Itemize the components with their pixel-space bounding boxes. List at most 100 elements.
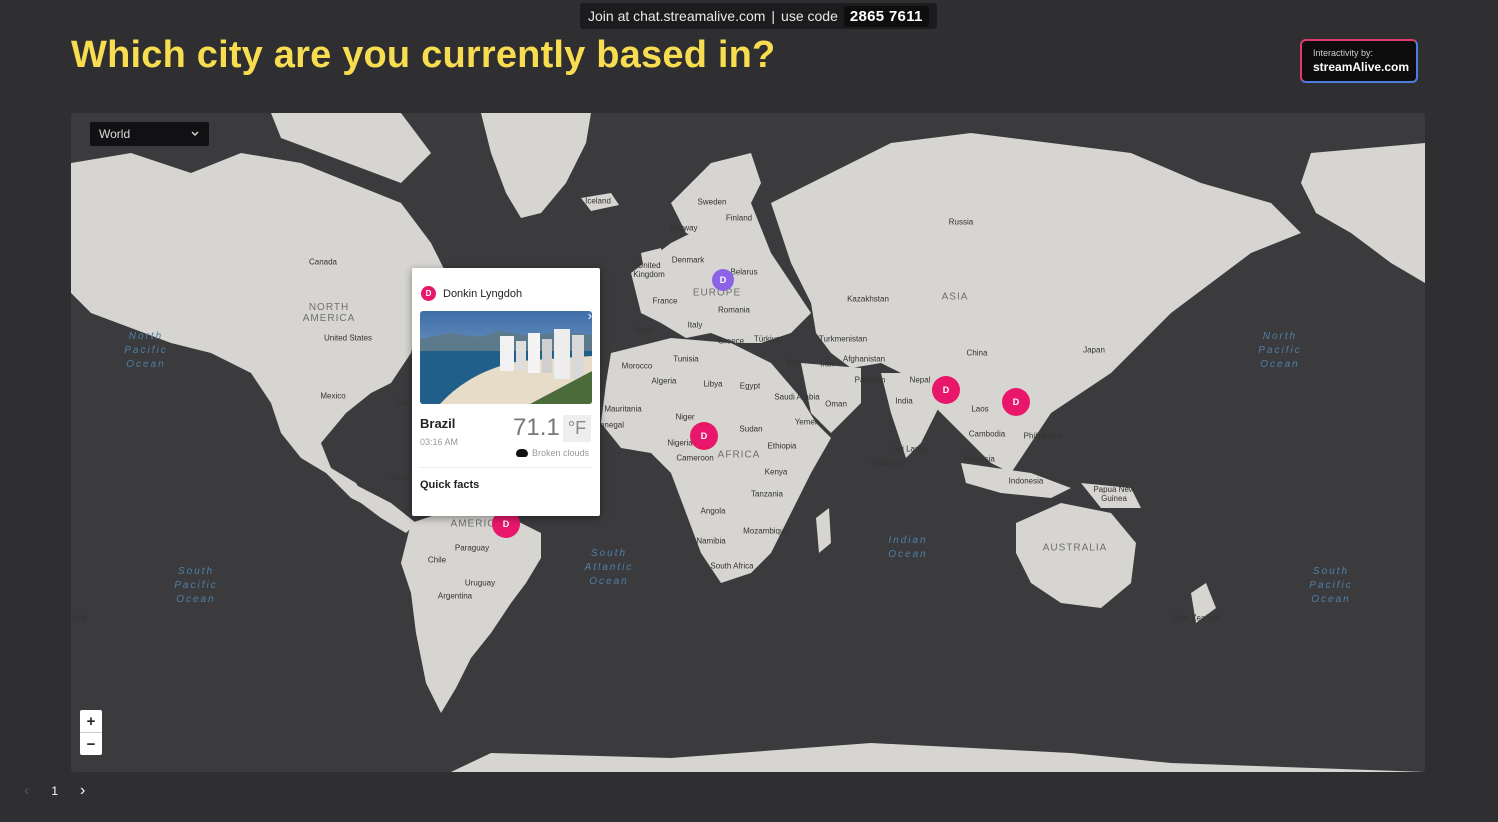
map-pin-europe[interactable]: D [712,269,734,291]
brand-name: streamAlive.com [1313,60,1410,74]
map-label-oman: Oman [825,399,847,409]
map-land [71,113,1425,772]
ocean-label-indian: Indian Ocean [888,535,928,560]
map-label-united-kingdom: United Kingdom [633,261,665,279]
map-label-japan: Japan [1083,345,1105,355]
map-pin-china[interactable]: D [1002,388,1030,416]
map-label-land: land [71,613,87,623]
map-label-iran: Iran [820,359,834,369]
brand-badge[interactable]: Interactivity by: streamAlive.com [1300,39,1418,83]
map-label-australia: AUSTRALIA [1042,542,1108,554]
map-label-france: France [652,296,678,306]
ocean-label-south-pacific-east: South Pacific Ocean [1309,566,1353,605]
map-label-argentina: Argentina [437,591,473,601]
join-code-label: use code [781,8,838,24]
chevron-down-icon [191,131,199,136]
map-label-sri-lanka: Sri Lanka [894,444,928,454]
current-page: 1 [51,784,59,798]
map-label-china: China [966,348,988,358]
zoom-in-button[interactable]: + [80,710,102,732]
map-label-pakistan: Pakistan [854,375,886,385]
map-label-tunisia: Tunisia [673,354,699,364]
map-label-italy: Italy [687,320,703,330]
popup-divider [420,467,592,468]
map-label-tanzania: Tanzania [750,489,784,499]
ocean-label-south-pacific-west: South Pacific Ocean [174,566,218,605]
map-label-libya: Libya [703,379,723,389]
map-label-malaysia: Malaysia [963,454,995,464]
map-label-iceland: Iceland [585,196,611,206]
user-avatar: D [421,286,436,301]
map-label-canada: Canada [308,257,338,267]
photo-next-icon[interactable]: › [588,308,592,323]
previous-page-button[interactable]: ‹ [24,782,29,800]
map-label-laos: Laos [971,404,989,414]
map-label-north-america: NORTH AMERICA [302,302,356,324]
map-label-paraguay: Paraguay [454,543,490,553]
location-popup: D Donkin Lyngdoh › Brazil 03:16 AM 71.1 … [412,268,600,516]
map-label-cambodia: Cambodia [968,429,1006,439]
map-label-algeria: Algeria [651,376,677,386]
popup-header: D Donkin Lyngdoh [421,286,522,301]
map-pin-nigeria[interactable]: D [690,422,718,450]
map-label-mozambique: Mozambique [743,526,789,536]
map-label-nigeria: Nigeria [667,438,693,448]
map-label-uruguay: Uruguay [464,578,496,588]
join-code: 2865 7611 [843,5,929,27]
map-label-maldives: Maldives [871,458,903,468]
map-label-africa: AFRICA [717,449,761,461]
map-label-mauritania: Mauritania [604,404,642,414]
map-label-chile: Chile [427,555,447,565]
map-label-new-zealand: New Zealand [1173,613,1221,623]
pagination: ‹ 1 › [24,782,85,800]
city-photo [420,311,592,404]
popup-country: Brazil [420,416,456,431]
map-label-russia: Russia [948,217,974,227]
weather-description: Broken clouds [532,448,590,458]
map-label-norway: Norway [670,223,698,233]
map-label-turkiye: Türkiye [753,334,781,344]
map-label-south-africa: South Africa [710,561,754,571]
map-label-niger: Niger [675,412,695,422]
map-label-kazakhstan: Kazakhstan [847,294,889,304]
quick-facts-link[interactable]: Quick facts [420,479,479,491]
brand-caption: Interactivity by: [1313,48,1374,58]
poll-question: Which city are you currently based in? [71,34,776,76]
map-label-indonesia: Indonesia [1008,476,1044,486]
map-label-saudi-arabia: Saudi Arabia [774,392,820,402]
join-instructions: Join at chat.streamalive.com | use code … [580,3,937,29]
map-label-yemen: Yemen [794,417,820,427]
zoom-out-button[interactable]: − [80,732,102,755]
map-label-asia: ASIA [941,291,969,303]
next-page-button[interactable]: › [80,782,85,800]
map-label-papua: Papua New Guinea [1093,485,1135,503]
map-label-afghanistan: Afghanistan [842,354,886,364]
popup-local-time: 03:16 AM [420,437,459,447]
map-label-belarus: Belarus [730,267,758,277]
map-label-finland: Finland [725,213,753,223]
temperature-unit-toggle[interactable]: °F [563,415,591,442]
map-label-united-states: United States [323,333,373,343]
world-map[interactable]: World Canada NORTH AMERICA United States… [71,113,1425,772]
map-label-sudan: Sudan [739,424,763,434]
join-url-text: Join at chat.streamalive.com [588,8,766,24]
map-label-turkmenistan: Turkmenistan [818,334,868,344]
map-label-namibia: Namibia [696,536,726,546]
map-label-ethiopia: Ethiopia [767,441,797,451]
map-label-angola: Angola [700,506,726,516]
map-label-kenya: Kenya [764,467,788,477]
map-label-sweden: Sweden [697,197,727,207]
map-label-romania: Romania [717,305,751,315]
region-select[interactable]: World [90,122,209,146]
zoom-controls: + − [80,710,102,755]
ocean-label-north-pacific-east: North Pacific Ocean [1258,331,1302,370]
map-label-nepal: Nepal [909,375,931,385]
map-label-philippines: Philippines [1023,431,1063,441]
join-separator: | [771,8,776,24]
ocean-label-south-atlantic: South Atlantic Ocean [584,548,634,587]
map-label-morocco: Morocco [621,361,653,371]
map-label-denmark: Denmark [671,255,705,265]
map-label-mexico: Mexico [320,391,346,401]
map-label-ecuador: Ecua [390,472,410,482]
map-pin-india[interactable]: D [932,376,960,404]
